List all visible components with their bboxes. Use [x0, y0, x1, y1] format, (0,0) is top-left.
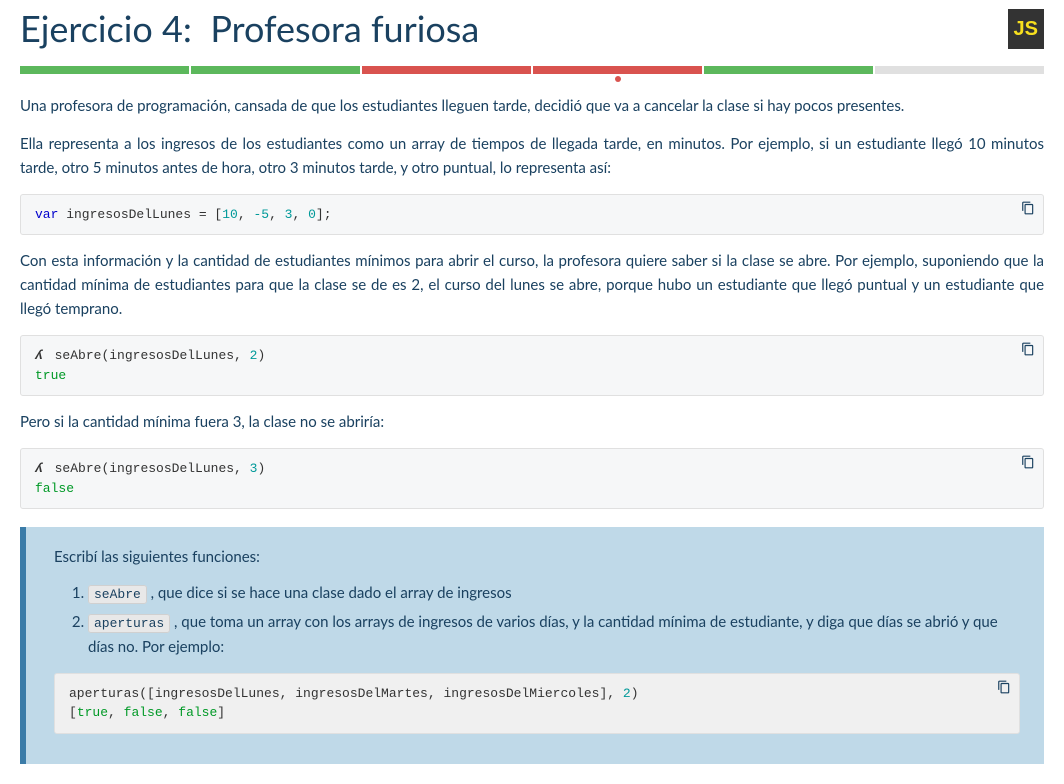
- paragraph-4: Pero si la cantidad mínima fuera 3, la c…: [20, 410, 1044, 434]
- copy-icon[interactable]: [1021, 201, 1035, 215]
- js-badge: JS: [1008, 9, 1044, 49]
- progress-segment[interactable]: [362, 66, 531, 74]
- progress-segment[interactable]: [191, 66, 360, 74]
- paragraph-3: Con esta información y la cantidad de es…: [20, 249, 1044, 321]
- code-result: true: [35, 368, 66, 383]
- inline-code: seAbre: [88, 585, 147, 604]
- inline-code: aperturas: [88, 614, 170, 633]
- title-name: Profesora furiosa: [210, 6, 479, 50]
- progress-segment[interactable]: [20, 66, 189, 74]
- task-item: seAbre , que dice si se hace una clase d…: [88, 581, 1020, 606]
- progress-bar: [20, 66, 1044, 74]
- prompt-icon: ʎ: [35, 346, 43, 366]
- task-list: seAbre , que dice si se hace una clase d…: [88, 581, 1020, 659]
- code-block-3: ʎ seAbre(ingresosDelLunes, 3) false: [20, 448, 1044, 509]
- progress-segment[interactable]: [875, 66, 1044, 74]
- copy-icon[interactable]: [997, 680, 1011, 694]
- code-keyword: var: [35, 207, 58, 222]
- paragraph-2: Ella representa a los ingresos de los es…: [20, 132, 1044, 180]
- title-prefix: Ejercicio 4:: [20, 6, 192, 50]
- copy-icon[interactable]: [1021, 342, 1035, 356]
- code-result: false: [35, 481, 74, 496]
- task-intro: Escribí las siguientes funciones:: [54, 545, 1020, 569]
- task-item: aperturas , que toma un array con los ar…: [88, 610, 1020, 659]
- paragraph-1: Una profesora de programación, cansada d…: [20, 94, 1044, 118]
- code-block-task: aperturas([ingresosDelLunes, ingresosDel…: [54, 673, 1020, 734]
- progress-segment[interactable]: [533, 66, 702, 74]
- prompt-icon: ʎ: [35, 459, 43, 479]
- code-block-1: var ingresosDelLunes = [10, -5, 3, 0];: [20, 194, 1044, 236]
- code-block-2: ʎ seAbre(ingresosDelLunes, 2) true: [20, 335, 1044, 396]
- progress-segment[interactable]: [704, 66, 873, 74]
- copy-icon[interactable]: [1021, 455, 1035, 469]
- task-box: Escribí las siguientes funciones: seAbre…: [20, 527, 1044, 764]
- page-title: Ejercicio 4: Profesora furiosa JS: [20, 0, 1044, 58]
